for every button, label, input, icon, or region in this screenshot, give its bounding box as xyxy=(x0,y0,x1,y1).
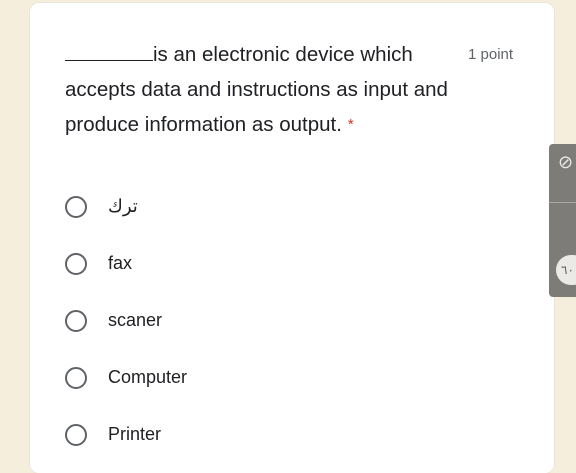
points-label: 1 point xyxy=(468,46,514,63)
question-text: is an electronic device which accepts da… xyxy=(65,37,465,142)
option-scaner[interactable]: scaner xyxy=(65,292,465,349)
side-pill[interactable]: ٦٠ xyxy=(556,255,576,285)
option-printer[interactable]: Printer xyxy=(65,406,465,463)
options-list: ترك fax scaner Computer Printer xyxy=(65,178,465,463)
radio-button[interactable] xyxy=(65,252,87,275)
question-card: is an electronic device which accepts da… xyxy=(30,3,554,473)
option-label: Printer xyxy=(108,424,162,444)
side-divider xyxy=(549,202,576,203)
radio-button[interactable] xyxy=(65,423,87,446)
answer-blank xyxy=(65,42,153,61)
radio-button[interactable] xyxy=(65,195,87,218)
option-label: fax xyxy=(108,253,133,273)
option-tark[interactable]: ترك xyxy=(65,178,465,235)
required-asterisk: * xyxy=(347,116,354,133)
option-label: ترك xyxy=(108,196,138,216)
radio-button[interactable] xyxy=(65,309,87,332)
option-label: Computer xyxy=(108,367,188,387)
option-label: scaner xyxy=(108,310,163,330)
side-overlay-widget[interactable]: ⊘ ٦٠ xyxy=(549,144,576,297)
radio-button[interactable] xyxy=(65,366,87,389)
option-fax[interactable]: fax xyxy=(65,235,465,292)
option-computer[interactable]: Computer xyxy=(65,349,465,406)
mic-off-icon[interactable]: ⊘ xyxy=(558,153,573,171)
